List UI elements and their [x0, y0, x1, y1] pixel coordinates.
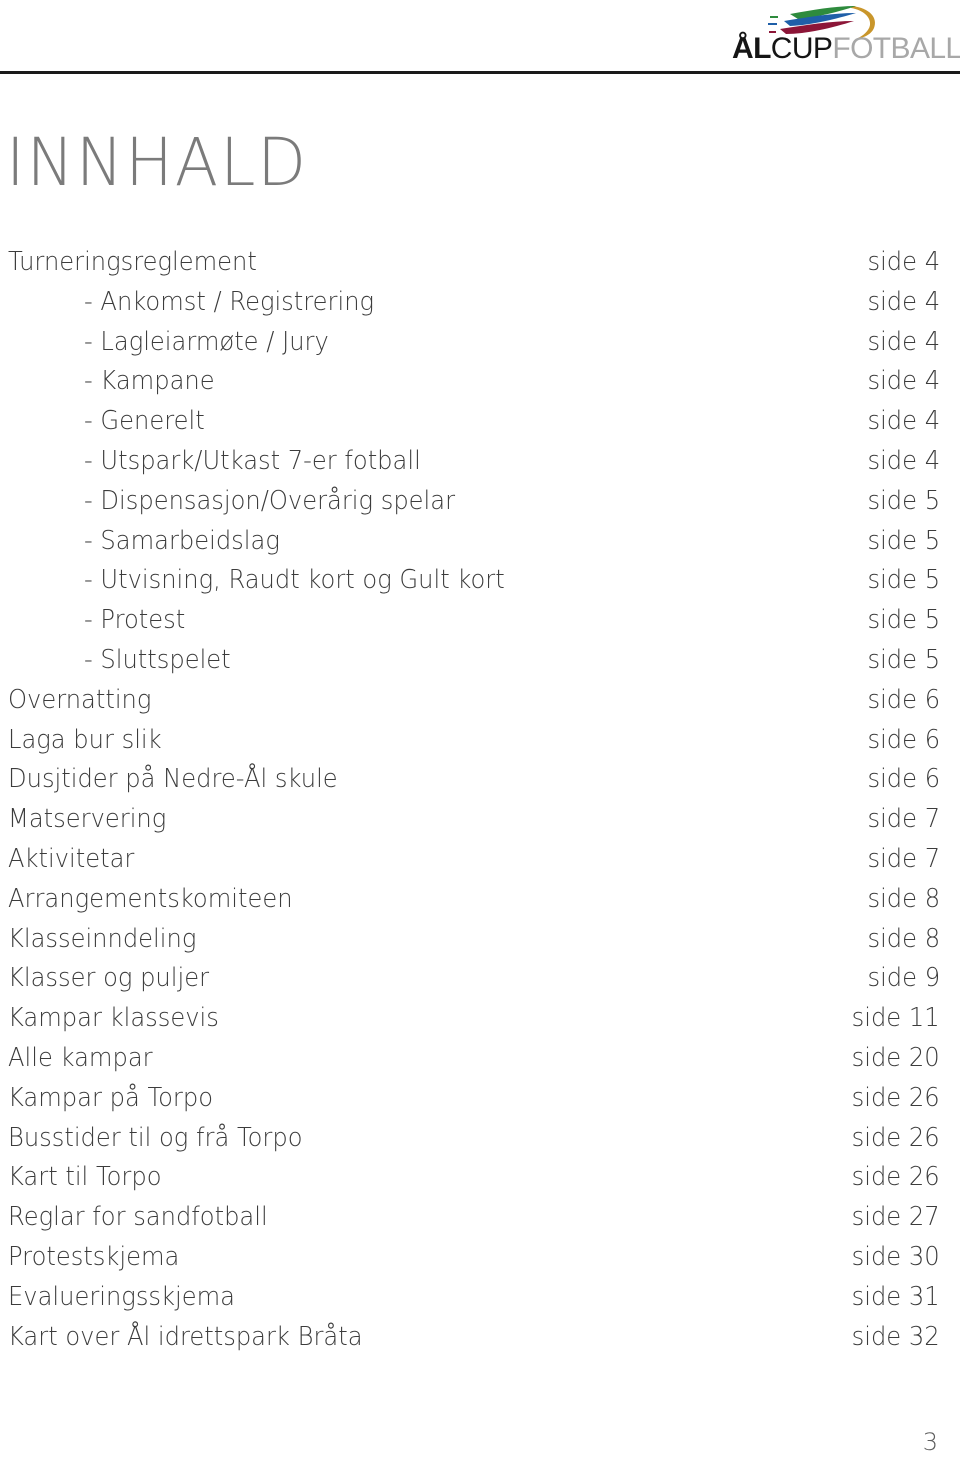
toc-row[interactable]: Busstider til og frå Torpo side 26	[0, 1122, 960, 1162]
toc-entry-label: Klasser og puljer	[8, 963, 210, 994]
toc-row[interactable]: - Ankomst / Registrering side 4	[0, 286, 960, 326]
toc-entry-page: side 26	[851, 1162, 940, 1193]
table-of-contents: Turneringsreglement side 4- Ankomst / Reg…	[0, 246, 960, 1360]
logo-text-cup: CUP	[770, 32, 833, 65]
toc-entry-page: side 31	[851, 1281, 940, 1312]
toc-entry-page: side 20	[851, 1042, 940, 1073]
toc-row[interactable]: Protestskjema side 30	[0, 1241, 960, 1281]
toc-entry-label: Kampar klassevis	[8, 1003, 219, 1034]
toc-entry-label: - Kampane	[84, 366, 215, 397]
logo-text-al: ÅL	[732, 32, 771, 65]
toc-row[interactable]: Kart til Torpo side 26	[0, 1161, 960, 1201]
header-divider	[0, 71, 960, 74]
toc-entry-page: side 5	[867, 485, 940, 516]
toc-row[interactable]: - Utspark/Utkast 7-er fotball side 4	[0, 445, 960, 485]
toc-row[interactable]: Klasser og puljer side 9	[0, 962, 960, 1002]
toc-entry-label: - Ankomst / Registrering	[84, 286, 375, 317]
toc-row[interactable]: Kampar klassevis side 11	[0, 1002, 960, 1042]
toc-row[interactable]: Reglar for sandfotball side 27	[0, 1201, 960, 1241]
toc-row[interactable]: - Generelt side 4	[0, 405, 960, 445]
toc-row[interactable]: - Samarbeidslag side 5	[0, 525, 960, 565]
toc-entry-label: Matservering	[8, 804, 167, 835]
toc-entry-page: side 6	[867, 684, 940, 715]
page-number: 3	[922, 1428, 938, 1456]
toc-row[interactable]: - Kampane side 4	[0, 365, 960, 405]
toc-row[interactable]: - Protest side 5	[0, 604, 960, 644]
toc-entry-page: side 4	[867, 247, 940, 277]
toc-entry-label: Alle kampar	[8, 1042, 153, 1073]
toc-row[interactable]: Overnatting side 6	[0, 684, 960, 724]
toc-entry-label: - Generelt	[84, 406, 205, 437]
page-footer: 3	[0, 1399, 960, 1469]
toc-row[interactable]: - Utvisning, Raudt kort og Gult kort side…	[0, 564, 960, 604]
toc-entry-page: side 8	[867, 883, 940, 914]
toc-row[interactable]: Evalueringsskjema side 31	[0, 1281, 960, 1321]
toc-row[interactable]: - Sluttspelet side 5	[0, 644, 960, 684]
page-title: INNHALD	[6, 124, 308, 201]
toc-entry-page: side 6	[867, 724, 940, 755]
toc-row[interactable]: Arrangementskomiteen side 8	[0, 883, 960, 923]
toc-entry-page: side 30	[851, 1241, 940, 1272]
toc-row[interactable]: Kart over Ål idrettspark Bråta side 32	[0, 1321, 960, 1361]
toc-entry-page: side 5	[867, 525, 940, 556]
toc-row[interactable]: Alle kampar side 20	[0, 1042, 960, 1082]
toc-row[interactable]: Kampar på Torpo side 26	[0, 1082, 960, 1122]
toc-entry-page: side 7	[867, 804, 940, 835]
toc-entry-label: Kampar på Torpo	[8, 1082, 213, 1113]
toc-entry-page: side 26	[851, 1082, 940, 1113]
toc-entry-page: side 6	[867, 764, 940, 795]
toc-entry-page: side 26	[851, 1122, 940, 1153]
toc-entry-label: - Samarbeidslag	[84, 525, 280, 556]
toc-row[interactable]: Aktivitetar side 7	[0, 843, 960, 883]
toc-entry-page: side 4	[867, 326, 940, 357]
toc-entry-label: Evalueringsskjema	[8, 1281, 235, 1312]
toc-entry-label: Overnatting	[8, 684, 152, 715]
toc-entry-label: Klasseinndeling	[8, 923, 197, 954]
toc-entry-label: Arrangementskomiteen	[8, 883, 293, 914]
page-header: ÅLCUPFOTBALL	[0, 0, 960, 80]
logo-text-fotball: FOTBALL	[832, 32, 960, 65]
toc-entry-label: Kart til Torpo	[8, 1162, 162, 1193]
toc-entry-page: side 5	[867, 605, 940, 636]
toc-entry-label: - Lagleiarmøte / Jury	[84, 326, 329, 357]
toc-entry-label: Dusjtider på Nedre-Ål skule	[8, 764, 338, 795]
toc-row[interactable]: Matservering side 7	[0, 803, 960, 843]
toc-entry-page: side 4	[867, 445, 940, 476]
toc-entry-label: - Sluttspelet	[84, 644, 231, 675]
alcup-fotball-logo: ÅLCUPFOTBALL	[732, 4, 960, 66]
toc-entry-label: - Utvisning, Raudt kort og Gult kort	[84, 565, 505, 596]
toc-entry-page: side 4	[867, 366, 940, 397]
toc-entry-label: Kart over Ål idrettspark Bråta	[8, 1321, 363, 1352]
toc-entry-page: side 27	[851, 1202, 940, 1233]
toc-entry-label: Protestskjema	[8, 1241, 180, 1272]
toc-entry-page: side 32	[851, 1321, 940, 1352]
toc-entry-label: - Protest	[84, 605, 186, 636]
toc-row[interactable]: - Dispensasjon/Overårig spelar side 5	[0, 485, 960, 525]
toc-entry-page: side 5	[867, 644, 940, 675]
toc-entry-label: - Dispensasjon/Overårig spelar	[84, 485, 456, 516]
toc-row[interactable]: Laga bur slik side 6	[0, 724, 960, 764]
toc-entry-page: side 11	[851, 1003, 940, 1034]
toc-entry-page: side 4	[867, 286, 940, 317]
toc-entry-label: Reglar for sandfotball	[8, 1202, 268, 1233]
toc-entry-page: side 4	[867, 406, 940, 437]
toc-entry-label: - Utspark/Utkast 7-er fotball	[84, 445, 421, 476]
toc-entry-label: Busstider til og frå Torpo	[8, 1122, 303, 1153]
toc-entry-page: side 5	[867, 565, 940, 596]
toc-row[interactable]: - Lagleiarmøte / Jury side 4	[0, 326, 960, 366]
toc-entry-page: side 9	[867, 963, 940, 994]
toc-row[interactable]: Klasseinndeling side 8	[0, 923, 960, 963]
logo-wordmark: ÅLCUPFOTBALL	[732, 32, 960, 66]
toc-entry-label: Laga bur slik	[8, 724, 162, 755]
toc-row[interactable]: Turneringsreglement side 4	[0, 246, 960, 286]
toc-entry-label: Aktivitetar	[8, 843, 135, 874]
toc-entry-page: side 8	[867, 923, 940, 954]
toc-entry-label: Turneringsreglement	[8, 247, 257, 277]
toc-row[interactable]: Dusjtider på Nedre-Ål skule side 6	[0, 763, 960, 803]
toc-entry-page: side 7	[867, 843, 940, 874]
